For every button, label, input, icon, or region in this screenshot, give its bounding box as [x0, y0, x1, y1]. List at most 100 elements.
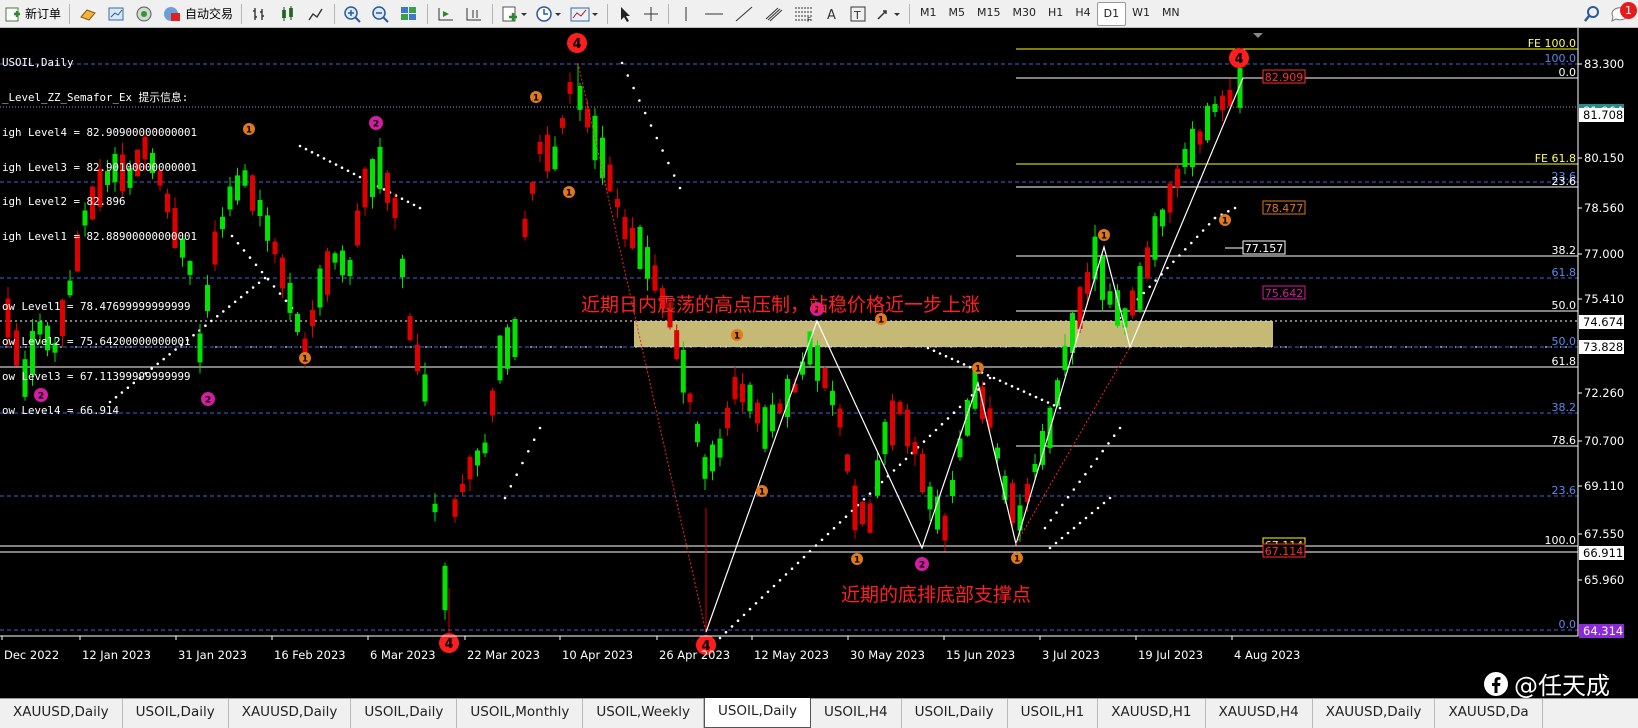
psar-dot	[956, 360, 960, 363]
candle-body	[490, 390, 495, 416]
new-order-button[interactable]: 新订单	[1, 2, 64, 26]
time-tick-label: 3 Jul 2023	[1042, 648, 1100, 662]
market-watch-button[interactable]	[75, 2, 101, 26]
candle-body	[567, 82, 573, 94]
cursor-tool[interactable]	[613, 2, 637, 26]
time-tick-label: 4 Aug 2023	[1234, 648, 1300, 662]
indicators-dropdown[interactable]	[498, 2, 530, 26]
line-chart-icon	[308, 8, 323, 20]
psar-dot	[1089, 465, 1093, 468]
candle-body	[482, 442, 488, 454]
chart-tab[interactable]: USOIL,Daily	[902, 699, 1008, 728]
crosshair-tool[interactable]	[639, 2, 663, 26]
history-button[interactable]	[103, 2, 129, 26]
psar-dot	[1072, 488, 1076, 491]
timeframe-m30[interactable]: M30	[1007, 2, 1043, 24]
arrows-dropdown[interactable]	[872, 2, 904, 26]
chart-symbol-title: USOIL,Daily	[2, 56, 74, 70]
timeframe-h1[interactable]: H1	[1042, 2, 1069, 24]
text-label-tool[interactable]: T	[846, 2, 870, 26]
signals-button[interactable]	[131, 2, 157, 26]
tile-windows-button[interactable]	[396, 2, 422, 26]
templates-dropdown[interactable]	[566, 2, 602, 26]
timeframe-h4[interactable]: H4	[1069, 2, 1096, 24]
psar-dot	[926, 346, 930, 350]
info-line: igh Level3 = 82.90100000000001	[2, 160, 198, 174]
psar-dot	[1195, 235, 1199, 239]
candle-body	[537, 142, 543, 154]
candlestick-icon	[282, 5, 294, 21]
candle-body	[452, 499, 458, 517]
candles-button[interactable]	[275, 2, 301, 26]
channel-tool[interactable]	[760, 2, 788, 26]
candle-body	[652, 265, 658, 291]
fib-label: 0.0	[1559, 66, 1577, 79]
psar-dot	[649, 124, 653, 127]
auto-trading-button[interactable]: 自动交易	[159, 2, 236, 26]
chart-canvas[interactable]: FE 100.0100.00.0FE 61.823.623.638.261.85…	[0, 28, 1638, 698]
timeframe-w1[interactable]: W1	[1126, 2, 1156, 24]
psar-dot	[230, 234, 234, 238]
timeframe-m15[interactable]: M15	[971, 2, 1007, 24]
chart-tab[interactable]: XAUUSD,H1	[1098, 699, 1206, 728]
horizontal-line-tool[interactable]	[700, 2, 728, 26]
chart-tab[interactable]: USOIL,Monthly	[457, 699, 584, 728]
fibonacci-tool[interactable]: F	[790, 2, 818, 26]
crosshair-icon	[644, 6, 659, 21]
periodicity-dropdown[interactable]	[532, 2, 564, 26]
chart-tab[interactable]: USOIL,Daily	[123, 699, 229, 728]
psar-dot	[934, 428, 938, 432]
candle-body	[927, 486, 933, 510]
timeframe-m1[interactable]: M1	[914, 2, 943, 24]
chart-shift-button[interactable]	[461, 2, 487, 26]
semafor-label: 1	[759, 488, 765, 498]
psar-dot	[1108, 496, 1112, 500]
psar-dot	[527, 450, 530, 453]
search-icon	[1584, 5, 1599, 22]
candle-body	[370, 159, 375, 197]
price-box-text: 74.674	[1583, 315, 1623, 329]
autoscroll-button[interactable]	[433, 2, 459, 26]
psar-dot	[254, 263, 258, 267]
chart-tab[interactable]: XAUUSD,H4	[1206, 699, 1313, 728]
chart-tab[interactable]: XAUUSD,Da	[1435, 699, 1543, 728]
psar-dot	[257, 281, 261, 285]
fib-label: 61.8	[1552, 266, 1577, 279]
timeframe-mn[interactable]: MN	[1156, 2, 1186, 24]
indicator-info-panel: USOIL,Daily _Level_ZZ_Semafor_Ex 提示信息: i…	[2, 34, 197, 440]
line-chart-button[interactable]	[303, 2, 329, 26]
timeframe-m5[interactable]: M5	[943, 2, 972, 24]
text-label-icon: T	[850, 6, 866, 22]
timeframe-d1[interactable]: D1	[1096, 1, 1127, 26]
chart-tabs: XAUUSD,Daily USOIL,Daily XAUUSD,Daily USOIL…	[0, 698, 1638, 728]
price-chart[interactable]: FE 100.0 100.0 0.0 FE 61.8 23.6 23.6 38.2 61.8 5…	[0, 28, 1638, 700]
zoom-in-button[interactable]	[340, 2, 366, 26]
psar-dot	[718, 636, 722, 640]
text-tool[interactable]: A	[820, 2, 844, 26]
candle-body	[265, 215, 270, 241]
psar-dot	[808, 550, 812, 553]
psar-dot	[940, 422, 944, 426]
chart-tab[interactable]: XAUUSD,Daily	[0, 699, 123, 728]
zoom-out-button[interactable]	[368, 2, 394, 26]
search-button[interactable]	[1579, 2, 1605, 26]
psar-dot	[222, 310, 225, 313]
trendline-tool[interactable]	[730, 2, 758, 26]
chart-tab[interactable]: USOIL,Daily	[351, 699, 458, 728]
psar-dot	[632, 86, 635, 90]
chart-tab[interactable]: USOIL,Weekly	[583, 699, 704, 728]
chart-tab[interactable]: XAUUSD,Daily	[229, 699, 352, 728]
candle-body	[460, 483, 465, 492]
psar-dot	[1154, 279, 1157, 282]
notifications-button[interactable]: 1	[1607, 1, 1637, 26]
candle-body	[467, 456, 473, 480]
vertical-line-tool[interactable]	[674, 2, 698, 26]
bar-chart-button[interactable]	[247, 2, 273, 26]
chart-tab[interactable]: USOIL,H1	[1008, 699, 1099, 728]
chart-tab[interactable]: USOIL,Daily	[703, 698, 811, 728]
candle-body	[1197, 131, 1203, 145]
clock-icon	[536, 5, 562, 22]
chart-tab[interactable]: USOIL,H4	[811, 699, 902, 728]
psar-dot	[1101, 449, 1104, 453]
chart-tab[interactable]: XAUUSD,Daily	[1313, 699, 1436, 728]
